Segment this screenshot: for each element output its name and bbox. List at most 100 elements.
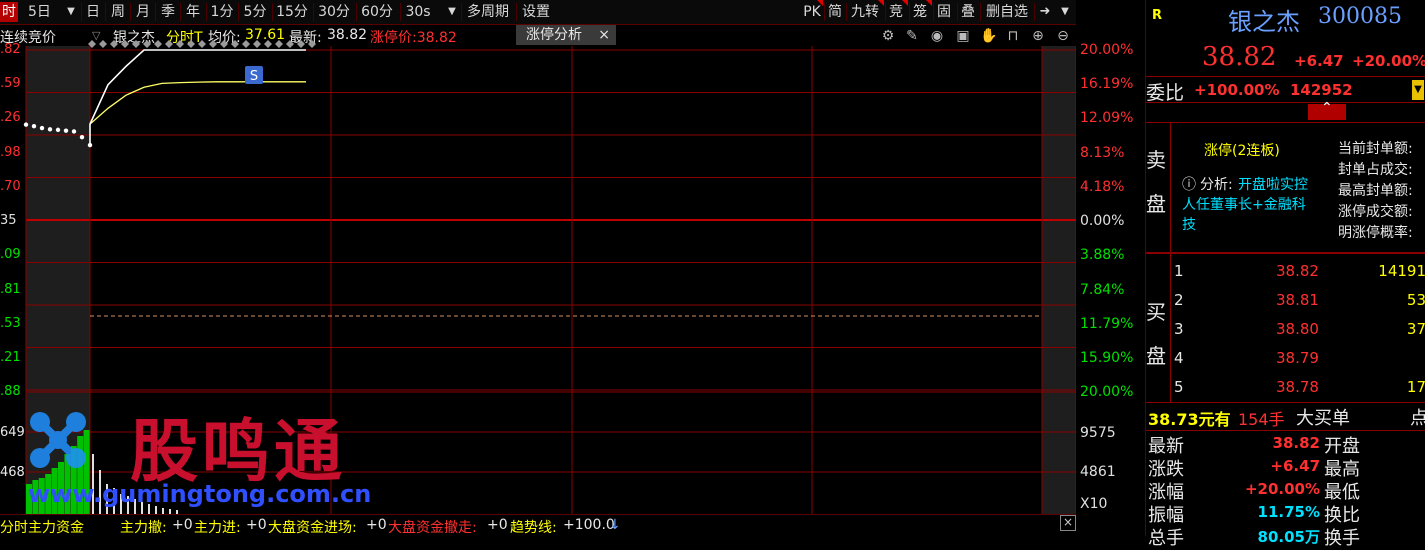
quote-row: 振幅 11.75% 换比 xyxy=(1146,501,1425,526)
chevron-down-icon[interactable]: ▼ xyxy=(1058,2,1072,22)
volume-bar xyxy=(141,502,143,514)
simple-button[interactable]: 简 xyxy=(826,2,844,22)
sell-side-label: 卖 xyxy=(1146,148,1166,172)
chevron-down-icon[interactable]: ▼ xyxy=(445,2,459,22)
right-axis-tick: 8.13% xyxy=(1080,145,1125,161)
limit-up-diamond xyxy=(242,40,250,48)
r-badge: R xyxy=(1152,8,1163,23)
period-tab-60min[interactable]: 60分 xyxy=(359,2,395,22)
period-tab-15min[interactable]: 15分 xyxy=(274,2,310,22)
right-axis-tick: 16.19% xyxy=(1080,76,1134,92)
limit-up-diamond xyxy=(286,40,294,48)
info-icon: ⓘ xyxy=(1182,177,1196,193)
bid-row[interactable]: 4 38.79 xyxy=(1146,349,1425,371)
fix-button[interactable]: 固 xyxy=(935,2,953,22)
multi-period-button[interactable]: 多周期 xyxy=(463,2,513,22)
market-outflow-label: 大盘资金撤走: xyxy=(388,520,477,536)
period-tab-5day[interactable]: 5日 xyxy=(24,2,64,22)
period-tab-30min[interactable]: 30分 xyxy=(316,2,352,22)
market-outflow-value: +0 xyxy=(487,517,508,533)
bid-row[interactable]: 2 38.81 53 xyxy=(1146,291,1425,313)
right-axis-tick: 20.00% xyxy=(1080,384,1134,400)
stat-max-seal: 最高封单额: xyxy=(1338,183,1413,199)
volume-bar xyxy=(148,504,150,514)
volume-bar xyxy=(134,499,136,514)
big-order-price: 38.73元有 xyxy=(1148,410,1231,429)
fund-flow-title[interactable]: 分时主力资金 xyxy=(0,517,84,537)
bid-row[interactable]: 3 38.80 37 xyxy=(1146,320,1425,342)
price-dot xyxy=(47,127,53,132)
period-tab-day[interactable]: 日 xyxy=(83,2,103,22)
price-dot xyxy=(31,123,37,129)
chart-grid xyxy=(25,46,1076,514)
volume-bar xyxy=(77,436,84,514)
stock-name[interactable]: 银之杰 xyxy=(1228,2,1300,37)
volume-bar xyxy=(106,484,108,514)
volume-bar xyxy=(113,488,115,514)
limit-up-diamond xyxy=(231,40,239,48)
overlay-button[interactable]: 叠 xyxy=(959,2,977,22)
right-axis-tick: 3.88% xyxy=(1080,247,1125,263)
period-tab-realtime[interactable]: 时 xyxy=(0,2,18,22)
period-tab-5min[interactable]: 5分 xyxy=(241,2,269,22)
price-dot xyxy=(55,127,61,133)
limit-up-diamond xyxy=(165,40,173,48)
bid-row[interactable]: 5 38.78 17 xyxy=(1146,378,1425,400)
limit-up-diamond xyxy=(297,40,305,48)
limit-up-status: 涨停(2连板) xyxy=(1204,143,1280,159)
analysis-text[interactable]: 人任董事长+金融科 xyxy=(1182,194,1306,214)
export-icon[interactable]: ➜ xyxy=(1036,2,1054,22)
stock-code[interactable]: 300085 xyxy=(1318,4,1402,29)
volume-bar xyxy=(70,446,77,514)
price-dot xyxy=(39,125,45,131)
bid-volume: 37 xyxy=(1406,320,1425,338)
bid-price: 38.79 xyxy=(1276,349,1319,367)
bid-price: 38.78 xyxy=(1276,378,1319,396)
left-axis-tick: .21 xyxy=(0,350,21,365)
settings-button[interactable]: 设置 xyxy=(519,2,553,22)
current-price: 38.82 xyxy=(1202,42,1277,72)
limit-up-diamond xyxy=(143,40,151,48)
volume-bar xyxy=(58,462,64,514)
fund-flow-bar: 分时主力资金 主力撤: +0 主力进: +0 大盘资金进场: +0 大盘资金撤走… xyxy=(0,514,1076,537)
period-tab-year[interactable]: 年 xyxy=(183,2,203,22)
limit-up-markers xyxy=(88,40,316,48)
price-change: +6.47 xyxy=(1294,52,1344,70)
period-tab-1min[interactable]: 1分 xyxy=(209,2,235,22)
price-dot xyxy=(79,135,85,140)
period-tab-season[interactable]: 季 xyxy=(158,2,178,22)
limit-up-diamond xyxy=(264,40,272,48)
quote-label-2: 换手 xyxy=(1324,528,1360,549)
quote-row: 涨幅 +20.00% 最低 xyxy=(1146,478,1425,503)
trend-line-value: +100.0 xyxy=(563,517,615,533)
quote-value: 11.75% xyxy=(1257,503,1320,521)
weibi-pct: +100.00% xyxy=(1194,81,1280,99)
collapse-toggle[interactable]: ⌃ xyxy=(1308,100,1346,120)
left-axis-tick: .81 xyxy=(0,282,21,297)
bid-row[interactable]: 1 38.82 14191 xyxy=(1146,262,1425,284)
analysis-text[interactable]: 开盘啦实控 xyxy=(1238,174,1308,194)
remove-watchlist-button[interactable]: 删自选 xyxy=(982,2,1032,22)
stat-seal-ratio: 封单占成交: xyxy=(1338,162,1413,178)
market-inflow-value: +0 xyxy=(366,517,387,533)
period-tab-30s[interactable]: 30s xyxy=(403,2,433,22)
left-axis-tick: .53 xyxy=(0,316,21,331)
bid-level: 4 xyxy=(1174,349,1184,367)
quote-row: 涨跌 +6.47 最高 xyxy=(1146,455,1425,480)
volume-bar xyxy=(45,474,52,514)
weibi-label: 委比 xyxy=(1146,82,1185,104)
volume-bar xyxy=(38,478,45,514)
quote-value: +20.00% xyxy=(1244,480,1320,498)
right-axis-tick: 15.90% xyxy=(1080,350,1134,366)
price-change-pct: +20.00% xyxy=(1352,52,1425,70)
limit-up-diamond xyxy=(308,40,316,48)
chevron-down-icon[interactable]: ▼ xyxy=(1412,80,1424,100)
close-icon[interactable]: × xyxy=(1060,515,1076,531)
volume-multiplier[interactable]: X10 xyxy=(1080,496,1107,512)
bid-price: 38.81 xyxy=(1276,291,1319,309)
chevron-down-icon[interactable]: ▼ xyxy=(64,2,78,22)
period-tab-month[interactable]: 月 xyxy=(133,2,153,22)
analysis-text[interactable]: 技 xyxy=(1182,214,1196,234)
nine-turn-button[interactable]: 九转 xyxy=(848,2,882,22)
period-tab-week[interactable]: 周 xyxy=(108,2,128,22)
